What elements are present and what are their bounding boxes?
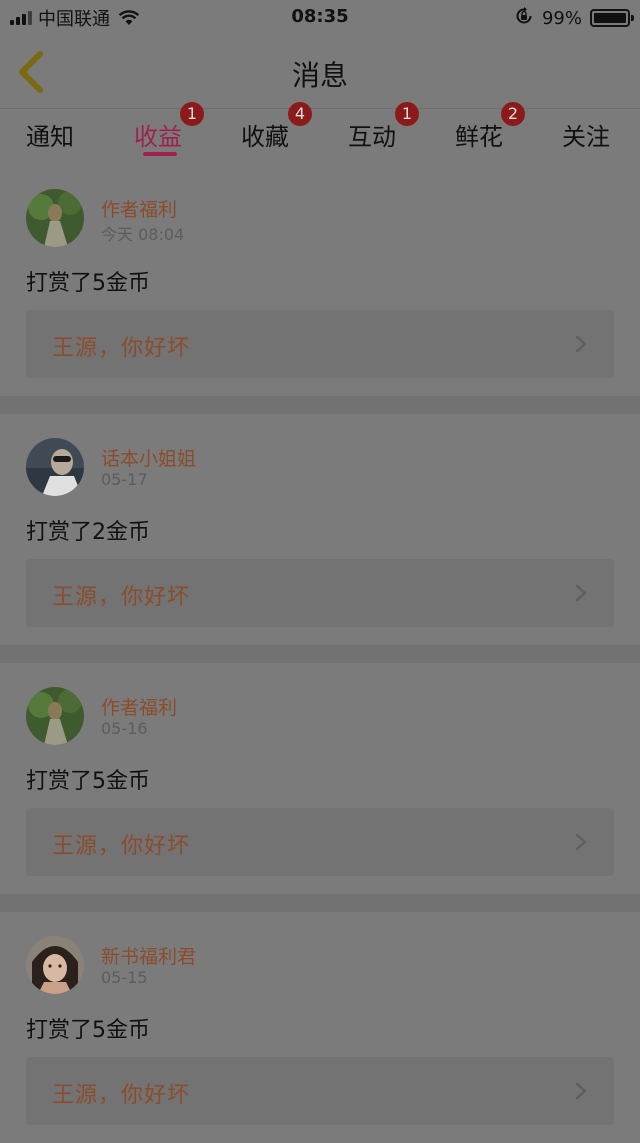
page-title: 消息 xyxy=(291,59,348,92)
avatar[interactable] xyxy=(26,438,84,496)
avatar[interactable] xyxy=(26,189,84,247)
tab-notifications[interactable]: 通知 xyxy=(26,117,74,152)
tab-label: 鲜花 xyxy=(455,123,503,151)
message-text: 打赏了5金币 xyxy=(26,1018,150,1043)
message-card: 新书福利君 05-15 打赏了5金币 王源，你好坏 xyxy=(0,912,640,1143)
sender-name[interactable]: 话本小姐姐 xyxy=(101,444,196,471)
battery-percentage: 99% xyxy=(541,7,582,29)
reply-text: 王源，你好坏 xyxy=(52,1083,191,1108)
orientation-lock-icon xyxy=(514,6,534,30)
tab-bar: 通知 收益 1 收藏 4 互动 1 鲜花 2 关注 xyxy=(0,102,640,165)
avatar[interactable] xyxy=(26,687,84,745)
chevron-right-icon xyxy=(575,335,587,353)
tab-interactions[interactable]: 互动 xyxy=(348,117,396,152)
reply-text: 王源，你好坏 xyxy=(52,834,191,859)
card-separator xyxy=(0,396,640,414)
tab-badge: 2 xyxy=(501,102,525,126)
status-bar: 中国联通 08:35 99% xyxy=(0,0,640,36)
tab-label: 关注 xyxy=(562,123,610,151)
tab-badge: 1 xyxy=(180,102,204,126)
status-right: 99% xyxy=(514,6,634,30)
message-text: 打赏了5金币 xyxy=(26,769,150,794)
card-separator xyxy=(0,894,640,912)
sender-name[interactable]: 新书福利君 xyxy=(101,942,196,969)
chevron-right-icon xyxy=(575,833,587,851)
active-tab-indicator xyxy=(143,152,177,156)
message-date: 05-16 xyxy=(101,719,148,738)
message-card: 话本小姐姐 05-17 打赏了2金币 王源，你好坏 xyxy=(0,414,640,645)
tab-label: 收益 xyxy=(134,123,182,151)
reply-quote[interactable]: 王源，你好坏 xyxy=(26,1057,614,1125)
battery-icon xyxy=(590,9,634,27)
message-list: 作者福利 今天 08:04 打赏了5金币 王源，你好坏 话本小姐姐 05-17 … xyxy=(0,165,640,1143)
tab-following[interactable]: 关注 xyxy=(562,117,610,152)
tab-label: 收藏 xyxy=(241,123,289,151)
message-date: 05-15 xyxy=(101,968,148,987)
tab-badge: 1 xyxy=(395,102,419,126)
message-text: 打赏了5金币 xyxy=(26,271,150,296)
message-date: 05-17 xyxy=(101,470,148,489)
message-date: 今天 08:04 xyxy=(101,225,185,244)
reply-quote[interactable]: 王源，你好坏 xyxy=(26,559,614,627)
sender-name[interactable]: 作者福利 xyxy=(101,693,177,720)
reply-quote[interactable]: 王源，你好坏 xyxy=(26,808,614,876)
reply-text: 王源，你好坏 xyxy=(52,585,191,610)
tab-favorites[interactable]: 收藏 xyxy=(241,117,289,152)
tab-earnings[interactable]: 收益 xyxy=(134,117,182,152)
card-separator xyxy=(0,645,640,663)
navigation-bar: 消息 xyxy=(0,36,640,109)
message-text: 打赏了2金币 xyxy=(26,520,150,545)
message-card: 作者福利 05-16 打赏了5金币 王源，你好坏 xyxy=(0,663,640,894)
reply-text: 王源，你好坏 xyxy=(52,336,191,361)
tab-flowers[interactable]: 鲜花 xyxy=(455,117,503,152)
chevron-right-icon xyxy=(575,584,587,602)
avatar[interactable] xyxy=(26,936,84,994)
message-card: 作者福利 今天 08:04 打赏了5金币 王源，你好坏 xyxy=(0,165,640,396)
sender-name[interactable]: 作者福利 xyxy=(101,195,177,222)
reply-quote[interactable]: 王源，你好坏 xyxy=(26,310,614,378)
tab-badge: 4 xyxy=(288,102,312,126)
tab-label: 互动 xyxy=(348,123,396,151)
tab-label: 通知 xyxy=(26,123,74,151)
chevron-right-icon xyxy=(575,1082,587,1100)
